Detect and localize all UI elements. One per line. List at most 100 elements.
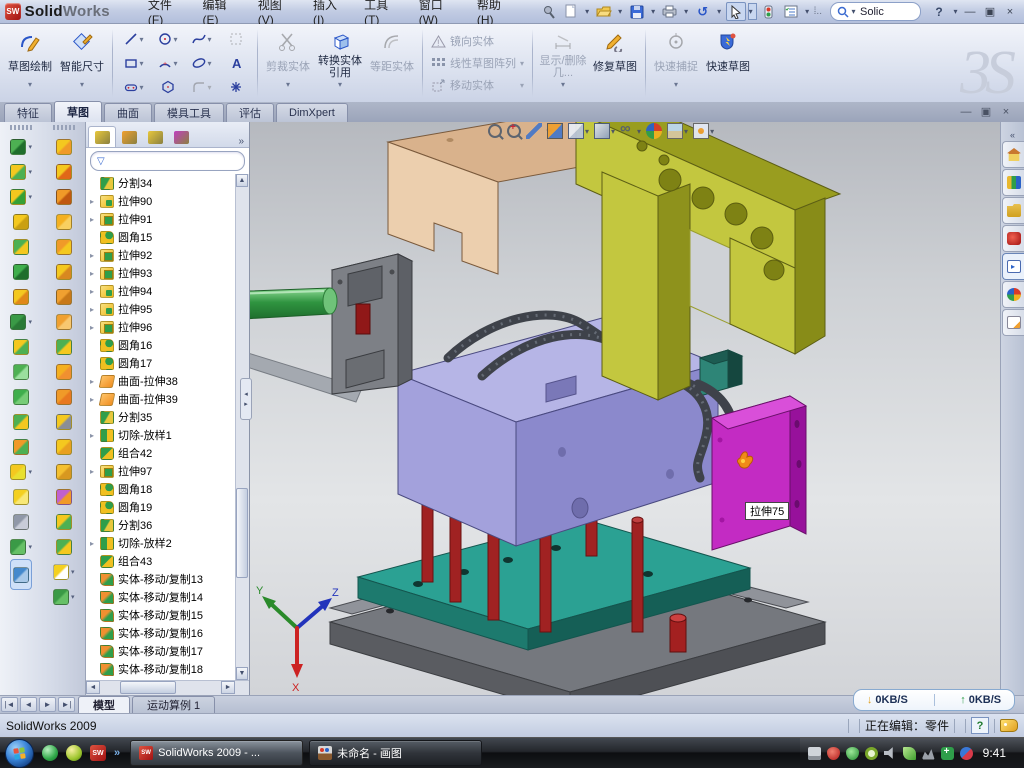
chevron-down-icon[interactable]: ▾ [28,543,32,551]
next-tab-icon[interactable]: ► [39,697,56,712]
help-button[interactable]: ? [929,2,949,21]
chevron-down-icon[interactable]: ▾ [207,83,211,92]
chevron-down-icon[interactable]: ▾ [28,168,32,176]
cavity-button[interactable] [56,484,72,509]
help-status-icon[interactable]: ? [971,717,989,734]
chevron-down-icon[interactable]: ▾ [338,80,342,89]
expand-icon[interactable]: ▸ [90,287,100,296]
restore-button[interactable]: ▣ [980,3,1000,20]
expand-icon[interactable]: ▸ [90,305,100,314]
taskbar-button-paint[interactable]: 未命名 - 画图 [309,740,482,766]
toolbar-grip[interactable] [53,125,75,130]
core-button[interactable] [56,459,72,484]
knit-surface-button[interactable] [56,334,72,359]
tray-network-warning-icon[interactable] [922,747,935,760]
chevron-down-icon[interactable]: ▾ [684,127,688,136]
graphics-area[interactable]: ▾▾▾▾▾ [250,122,1000,695]
expand-icon[interactable]: ▸ [90,539,100,548]
chevron-down-icon[interactable]: ▾ [28,80,32,89]
expand-icon[interactable]: ▸ [90,467,100,476]
extruded-cut-button[interactable]: ▾ [10,159,32,184]
configurationmanager-tab[interactable] [142,127,168,147]
tree-item[interactable]: 圆角18 [86,480,249,498]
radiate-surface-button[interactable] [56,384,72,409]
toolbar-overflow-icon[interactable]: ⁞.. [814,6,822,17]
tree-item[interactable]: ▸拉伸92 [86,246,249,264]
tree-item[interactable]: ▸拉伸91 [86,210,249,228]
scrollbar-thumb[interactable] [120,681,176,694]
tree-item[interactable]: ▸曲面-拉伸38 [86,372,249,390]
ellipse-tool[interactable]: ▾ [185,51,219,75]
new-document-button[interactable] [561,2,581,21]
zoom-to-area-button[interactable] [507,124,521,138]
file-explorer-tab[interactable] [1002,197,1024,224]
tree-item[interactable]: 圆角15 [86,228,249,246]
quicklaunch-solidworks-icon[interactable]: SW [90,745,106,761]
boundary-boss-button[interactable] [13,259,29,284]
custom-properties-tab[interactable] [1002,309,1024,336]
tree-item[interactable]: 组合43 [86,552,249,570]
zoom-to-fit-button[interactable] [488,124,502,138]
chevron-down-icon[interactable]: ▾ [286,80,290,89]
mirror-entities-button[interactable]: !镜向实体 [427,31,528,51]
propertymanager-tab[interactable] [116,127,142,147]
view-settings-button[interactable]: ▾ [693,123,714,139]
line-tool[interactable]: ▾ [117,27,151,51]
chevron-down-icon[interactable]: ▾ [682,7,691,16]
view-orientation-button[interactable]: ▾ [568,123,589,139]
chevron-down-icon[interactable]: ▾ [951,7,960,16]
mold-curve-button[interactable]: ▾ [53,584,75,609]
curve-button[interactable]: ▾ [10,534,32,559]
minimize-button[interactable]: — [960,3,980,20]
tree-item[interactable]: 分割35 [86,408,249,426]
rectangle-tool[interactable]: ▾ [117,51,151,75]
tree-item[interactable]: ▸切除-放样1 [86,426,249,444]
tab-dimxpert[interactable]: DimXpert [276,103,348,122]
reference-geometry-button[interactable]: ▾ [10,459,32,484]
pin-icon[interactable] [539,2,559,21]
spline-tool[interactable]: ▾ [185,27,219,51]
chevron-down-icon[interactable]: ▾ [710,127,714,136]
chevron-down-icon[interactable]: ▾ [173,35,177,44]
chevron-down-icon[interactable]: ▾ [139,59,143,68]
taskbar-button-solidworks[interactable]: SW SolidWorks 2009 - ... [130,740,303,766]
view-palette-tab[interactable] [1002,253,1024,280]
plane-button[interactable] [13,484,29,509]
doc-restore-button[interactable]: ▣ [976,103,996,120]
shell-button[interactable] [13,384,29,409]
edit-appearance-button[interactable] [646,123,662,139]
tree-item[interactable]: 圆角17 [86,354,249,372]
panel-flyout-icon[interactable]: » [238,136,247,147]
doc-close-button[interactable]: × [996,103,1016,120]
tray-security-icon[interactable] [846,747,859,760]
tray-sprout-icon[interactable] [903,747,916,760]
apply-scene-button[interactable]: ▾ [667,123,688,139]
extruded-boss-button[interactable]: ▾ [10,134,32,159]
chevron-down-icon[interactable]: ▾ [674,80,678,89]
scroll-right-icon[interactable]: ► [221,681,235,694]
tray-badge-icon[interactable] [865,747,878,760]
chevron-down-icon[interactable]: ▾ [715,7,724,16]
tree-item[interactable]: 圆角16 [86,336,249,354]
quicklaunch-messenger-icon[interactable] [42,745,58,761]
tree-item[interactable]: 实体-移动/复制15 [86,606,249,624]
tree-item[interactable]: ▸拉伸90 [86,192,249,210]
chevron-down-icon[interactable]: ▾ [583,7,592,16]
chevron-down-icon[interactable]: ▾ [28,143,32,151]
expand-icon[interactable]: ▸ [90,197,100,206]
scroll-down-icon[interactable]: ▼ [236,667,248,680]
model-tab-model[interactable]: 模型 [78,696,130,713]
polygon-tool[interactable] [151,75,185,99]
tree-item[interactable]: ▸拉伸96 [86,318,249,336]
tag-icon[interactable] [1000,719,1018,732]
mold-fillet-button[interactable] [56,509,72,534]
tab-evaluate[interactable]: 评估 [226,103,274,122]
rebuild-button[interactable] [759,2,779,21]
display-style-button[interactable]: ▾ [594,123,615,139]
undercut-analysis-button[interactable] [56,409,72,434]
scrollbar-thumb[interactable] [236,488,248,578]
trim-entities-button[interactable]: 剪裁实体 ▾ [262,26,314,100]
display-delete-relations-button[interactable]: 显示/删除几... ▾ [537,26,589,100]
tree-horizontal-scrollbar[interactable]: ◄ ► [86,680,249,695]
chevron-down-icon[interactable]: ▾ [748,3,757,20]
